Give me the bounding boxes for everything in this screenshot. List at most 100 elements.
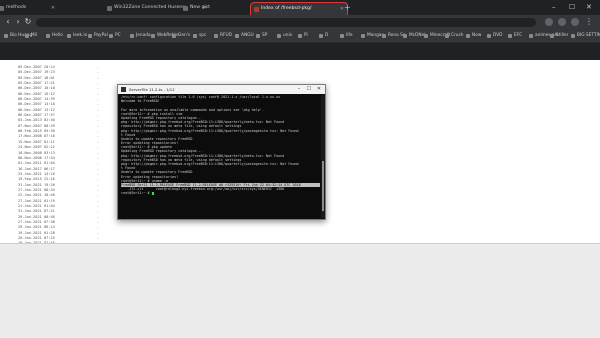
tab-label: Win32Zone Connected Husene (114, 5, 186, 10)
modified-date: 06-Nov-2008 17:54 (18, 155, 55, 160)
bookmark-label: DVD (493, 33, 503, 38)
page-lower-area (0, 243, 600, 338)
bookmark-item[interactable]: unix (277, 32, 292, 40)
bookmark-item[interactable]: Crush (445, 32, 463, 40)
bookmark-favicon-icon (130, 34, 134, 38)
bookmark-label: McDNel (409, 33, 426, 38)
browser-chrome: methods ✕ Win32Zone Connected Husene ✕ N… (0, 0, 600, 60)
bookmark-item[interactable]: SP (256, 32, 267, 40)
bookmark-item[interactable]: Hello (46, 32, 63, 40)
terminal-window[interactable]: ServerFile 11.2-ts - 1/12 – ☐ ✕ /etc/rc.… (117, 84, 326, 220)
forward-arrow-icon[interactable]: › (13, 17, 23, 27)
bookmark-label: life (346, 33, 353, 38)
bookmark-favicon-icon (172, 34, 176, 38)
bookmark-label: spc (199, 33, 207, 38)
modified-date: 24-Nov-2007 02:12 (18, 145, 55, 150)
bookmark-item[interactable]: PayPal (88, 32, 108, 40)
scrollbar-thumb[interactable] (322, 161, 324, 211)
bookmark-item[interactable]: ANGU (235, 32, 254, 40)
terminal-scrollbar[interactable] (321, 95, 325, 218)
modified-date: 06-Dec-2007 15:12 (18, 91, 55, 96)
bookmark-item[interactable]: RFUD (214, 32, 232, 40)
bookmark-favicon-icon (466, 34, 470, 38)
extension-icon[interactable] (545, 18, 553, 26)
bookmark-favicon-icon (151, 34, 155, 38)
minimize-icon[interactable]: – (552, 0, 556, 14)
terminal-titlebar[interactable]: ServerFile 11.2-ts - 1/12 – ☐ ✕ (118, 85, 325, 94)
profile-avatar-icon[interactable] (571, 18, 579, 26)
bookmark-item[interactable]: leek.io (67, 32, 87, 40)
extension-icon[interactable] (558, 18, 566, 26)
bookmark-label: PC (115, 33, 121, 38)
maximize-icon[interactable]: ☐ (569, 0, 575, 14)
bookmark-item[interactable]: DVD (487, 32, 502, 40)
address-bar[interactable] (36, 18, 536, 27)
bookmark-favicon-icon (445, 34, 449, 38)
modified-date: 06-Dec-2007 13:12 (18, 107, 55, 112)
bookmark-favicon-icon (340, 34, 344, 38)
modified-date: 19-Sep-2015 22:16 (18, 177, 55, 182)
tab-index-freebsd-pkg[interactable]: Index of /freebsd-pkg/ ✕ (250, 2, 348, 15)
bookmark-item[interactable]: life (340, 32, 353, 40)
modified-date: 17-Nov-2008 07:16 (18, 134, 55, 139)
bookmark-favicon-icon (382, 34, 386, 38)
bookmark-item[interactable]: Now (466, 32, 481, 40)
bookmark-item[interactable]: EFC (508, 32, 522, 40)
terminal-line: root@Ser11:~ # (121, 191, 320, 195)
bookmark-item[interactable]: Jenada (130, 32, 151, 40)
browser-toolbar: ‹ › ↻ ⋮ (0, 15, 600, 30)
modified-date: 01-Jan-2011 01:04 (18, 161, 55, 166)
bookmark-item[interactable]: D (319, 32, 328, 40)
terminal-text: pkg: http://pkgmir.pkg.freebsd.org/FreeB… (121, 162, 299, 166)
bookmark-favicon-icon (298, 34, 302, 38)
terminal-output[interactable]: /etc/rc.conf: configuration file 1.0 (sy… (121, 95, 320, 217)
bookmark-favicon-icon (67, 34, 71, 38)
maximize-icon[interactable]: ☐ (304, 85, 314, 94)
close-icon[interactable]: ✕ (314, 85, 324, 94)
modified-date: 29-Jan-2021 06:14 (18, 225, 55, 230)
back-arrow-icon[interactable]: ‹ (3, 17, 13, 27)
terminal-text: pkg: http://pkgmir.pkg.freebsd.org/FreeB… (121, 128, 299, 133)
modified-date: 08-Feb-2015 05:30 (18, 129, 55, 134)
bookmark-label: RFUD (220, 33, 232, 38)
bookmark-favicon-icon (550, 34, 554, 38)
bookmark-item[interactable]: BIG SETTING (571, 32, 600, 40)
bookmark-item[interactable]: Rona Se (382, 32, 406, 40)
bookmark-item[interactable]: Stiller (550, 32, 568, 40)
bookmark-label: Now (472, 33, 482, 38)
modified-date: 06-Dec-2007 14:18 (18, 102, 55, 107)
bookmark-item[interactable]: spc (193, 32, 206, 40)
bookmark-item[interactable]: Pi (298, 32, 308, 40)
modified-date: 27-Jan-2021 07:38 (18, 219, 55, 224)
modified-date: 31-Jan-2021 07:21 (18, 209, 55, 214)
modified-date: 22-Jan-2021 18:40 (18, 193, 55, 198)
tab-methods[interactable]: methods ✕ (0, 2, 58, 15)
bookmark-favicon-icon (109, 34, 113, 38)
bookmark-label: Stiller (556, 33, 569, 38)
minimize-icon[interactable]: – (294, 85, 304, 94)
modified-date: 15-Nov-2007 01:11 (18, 139, 55, 144)
bookmark-label: EFC (514, 33, 523, 38)
new-tab-button[interactable]: + (344, 2, 351, 14)
bookmark-label: Mil (31, 33, 38, 38)
close-tab-icon[interactable]: ✕ (51, 2, 55, 14)
tab-favicon-icon (0, 6, 4, 11)
bookmark-item[interactable]: Mil (25, 32, 37, 40)
modified-date: 03-Jan-2013 01:40 (18, 118, 55, 123)
bookmark-item[interactable]: PC (109, 32, 121, 40)
terminal-text: root@Ser11:~ # (121, 191, 152, 196)
bookmark-item[interactable]: Gen's (172, 32, 190, 40)
reload-icon[interactable]: ↻ (23, 17, 33, 27)
terminal-title: ServerFile 11.2-ts - 1/12 (129, 87, 175, 92)
page-dark-header (0, 43, 600, 60)
modified-date: 20-Jan-2021 08:46 (18, 214, 55, 219)
terminal-line: pkg: http://pkgmir.pkg.freebsd.org/FreeB… (121, 162, 320, 166)
tab-label: methods (6, 5, 27, 10)
tab-new-gist[interactable]: New gist ✕ (180, 2, 260, 15)
close-window-icon[interactable]: ✕ (586, 0, 592, 14)
bookmark-item[interactable]: McDNel (403, 32, 425, 40)
bookmark-item[interactable]: Mangas (361, 32, 384, 40)
bookmark-label: Crush (451, 33, 464, 38)
bookmark-label: leek.io (73, 33, 88, 38)
menu-dots-icon[interactable]: ⋮ (584, 17, 594, 27)
